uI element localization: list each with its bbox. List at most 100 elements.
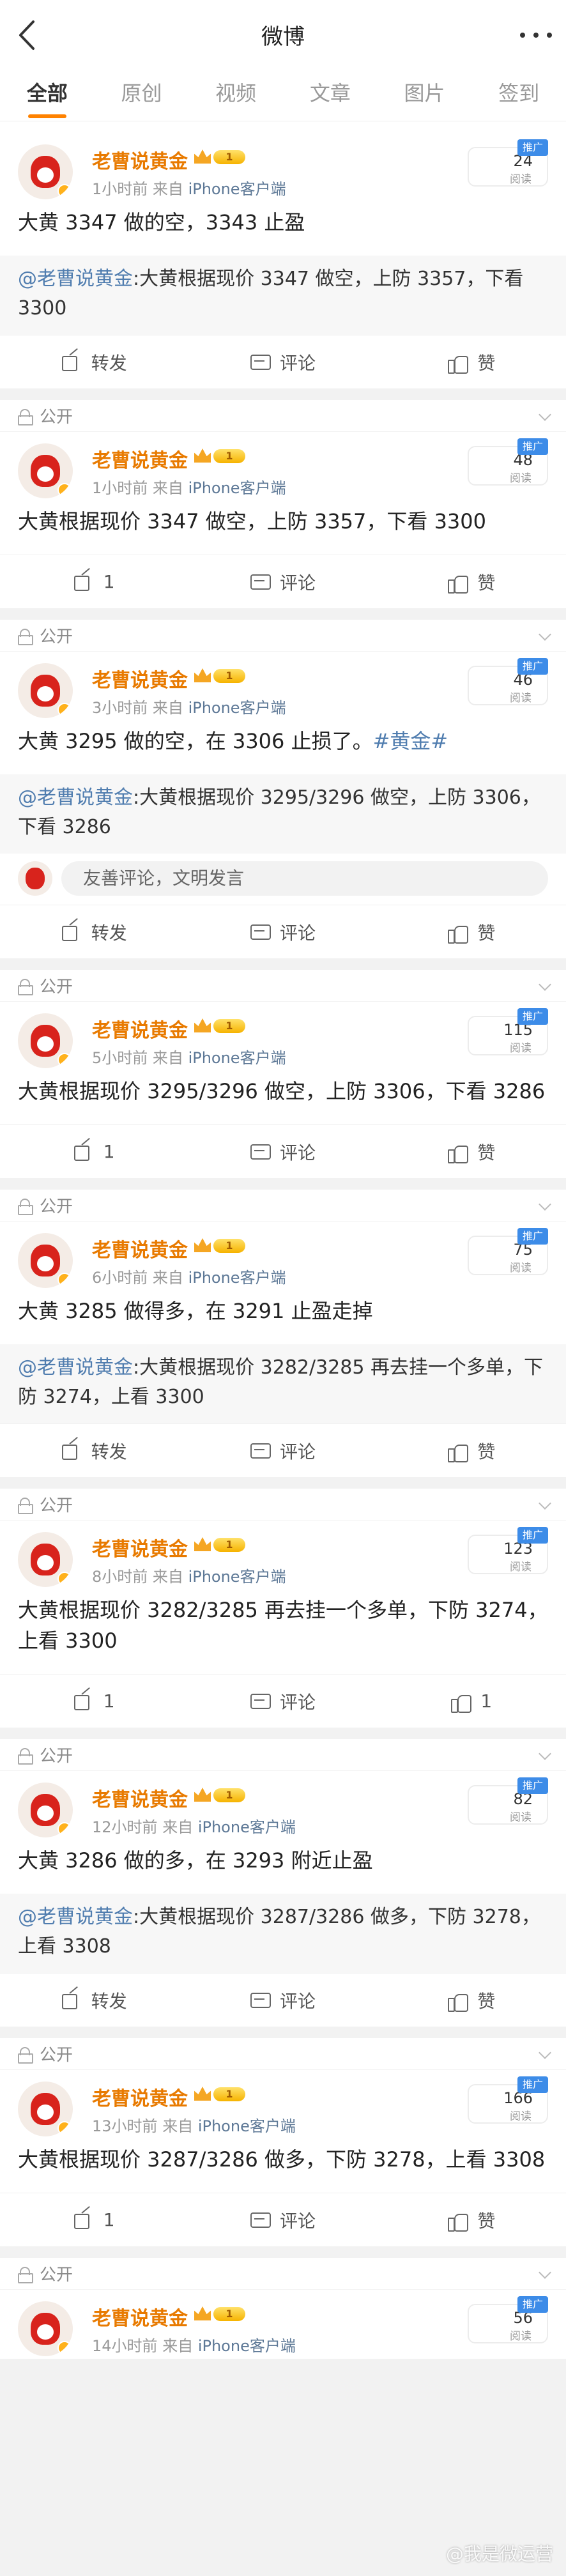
tab-image[interactable]: 图片: [378, 73, 472, 121]
more-options-icon[interactable]: [520, 26, 552, 45]
like-button[interactable]: 赞: [378, 1424, 566, 1477]
promote-badge[interactable]: 推广: [517, 139, 548, 156]
quoted-author[interactable]: @老曹说黄金: [18, 786, 133, 809]
comment-button-label: 评论: [279, 572, 316, 594]
chevron-down-icon[interactable]: [539, 1497, 551, 1510]
username[interactable]: 老曹说黄金: [92, 2303, 188, 2331]
chevron-down-icon[interactable]: [539, 408, 551, 421]
avatar[interactable]: [18, 2082, 73, 2136]
crown-icon: [194, 1537, 211, 1551]
quoted-post[interactable]: @老曹说黄金:大黄根据现价 3347 做空，上防 3357，下看 3300: [0, 256, 566, 335]
share-button[interactable]: 转发: [0, 905, 188, 958]
comment-button[interactable]: 评论: [188, 1125, 377, 1178]
source-link[interactable]: iPhone客户端: [198, 2117, 296, 2135]
username[interactable]: 老曹说黄金: [92, 146, 188, 174]
action-bar: 转发 评论 赞: [0, 905, 566, 958]
username[interactable]: 老曹说黄金: [92, 664, 188, 693]
like-button[interactable]: 1: [378, 1675, 566, 1728]
avatar[interactable]: [18, 2301, 73, 2356]
username[interactable]: 老曹说黄金: [92, 1015, 188, 1043]
share-button[interactable]: 1: [0, 1675, 188, 1728]
share-button[interactable]: 1: [0, 2193, 188, 2246]
avatar[interactable]: [18, 1782, 73, 1837]
avatar[interactable]: [18, 663, 73, 718]
like-button[interactable]: 赞: [378, 905, 566, 958]
source-link[interactable]: iPhone客户端: [188, 180, 286, 198]
promote-badge[interactable]: 推广: [517, 658, 548, 675]
crown-icon: [194, 668, 211, 682]
avatar[interactable]: [18, 144, 73, 199]
username[interactable]: 老曹说黄金: [92, 2083, 188, 2111]
post-time: 1小时前: [92, 180, 148, 198]
quoted-post[interactable]: @老曹说黄金:大黄根据现价 3295/3296 做空，上防 3306，下看 32…: [0, 774, 566, 854]
comment-button[interactable]: 评论: [188, 555, 377, 608]
quoted-author[interactable]: @老曹说黄金: [18, 268, 133, 290]
source-link[interactable]: iPhone客户端: [188, 479, 286, 497]
username[interactable]: 老曹说黄金: [92, 445, 188, 473]
post-text-body: 大黄根据现价 3347 做空，上防 3357，下看 3300: [18, 509, 487, 533]
chevron-down-icon[interactable]: [539, 2266, 551, 2279]
quoted-post[interactable]: @老曹说黄金:大黄根据现价 3282/3285 再去挂一个多单，下防 3274，…: [0, 1344, 566, 1423]
like-button[interactable]: 赞: [378, 555, 566, 608]
chevron-down-icon[interactable]: [539, 2046, 551, 2059]
promote-badge[interactable]: 推广: [517, 2296, 548, 2313]
like-button[interactable]: 赞: [378, 2193, 566, 2246]
like-button[interactable]: 赞: [378, 1125, 566, 1178]
promote-badge[interactable]: 推广: [517, 2076, 548, 2093]
comment-button[interactable]: 评论: [188, 1974, 377, 2027]
share-button[interactable]: 转发: [0, 335, 188, 388]
source-link[interactable]: iPhone客户端: [188, 1568, 286, 1586]
comment-button[interactable]: 评论: [188, 1424, 377, 1477]
username[interactable]: 老曹说黄金: [92, 1784, 188, 1812]
tab-original[interactable]: 原创: [95, 73, 189, 121]
comment-button-label: 评论: [279, 1142, 316, 1163]
level-badge: 1: [213, 2307, 245, 2321]
like-button-label: 赞: [477, 352, 496, 374]
chevron-down-icon[interactable]: [539, 1198, 551, 1211]
avatar[interactable]: [18, 443, 73, 498]
source-link[interactable]: iPhone客户端: [188, 1269, 286, 1287]
share-button[interactable]: 转发: [0, 1974, 188, 2027]
quoted-post[interactable]: @老曹说黄金:大黄根据现价 3287/3286 做多，下防 3278，上看 33…: [0, 1894, 566, 1973]
avatar[interactable]: [18, 1013, 73, 1068]
comment-button[interactable]: 评论: [188, 1675, 377, 1728]
share-button[interactable]: 1: [0, 1125, 188, 1178]
thumbs-up-icon: [448, 1991, 469, 2012]
hashtag-link[interactable]: #黄金#: [373, 729, 448, 753]
username[interactable]: 老曹说黄金: [92, 1234, 188, 1262]
promote-badge[interactable]: 推广: [517, 1228, 548, 1245]
avatar[interactable]: [18, 1233, 73, 1288]
share-icon: [61, 1442, 81, 1460]
thumbs-up-icon: [448, 1442, 469, 1462]
chevron-down-icon[interactable]: [539, 978, 551, 991]
tab-video[interactable]: 视频: [188, 73, 283, 121]
tab-all[interactable]: 全部: [0, 73, 95, 121]
comment-button[interactable]: 评论: [188, 335, 377, 388]
chevron-down-icon[interactable]: [539, 628, 551, 641]
verified-badge-icon: [57, 1572, 72, 1586]
share-button[interactable]: 1: [0, 555, 188, 608]
tab-article[interactable]: 文章: [283, 73, 378, 121]
promote-badge[interactable]: 推广: [517, 438, 548, 455]
comment-icon: [250, 1143, 271, 1161]
source-link[interactable]: iPhone客户端: [198, 1818, 296, 1836]
avatar[interactable]: [18, 1532, 73, 1587]
tab-checkin[interactable]: 签到: [471, 73, 566, 121]
source-link[interactable]: iPhone客户端: [188, 1049, 286, 1067]
username[interactable]: 老曹说黄金: [92, 1533, 188, 1561]
comment-button[interactable]: 评论: [188, 2193, 377, 2246]
quoted-author[interactable]: @老曹说黄金: [18, 1356, 133, 1379]
post-header: 老曹说黄金 1 8小时前 来自 iPhone客户端 123 阅读 推广: [0, 1521, 566, 1590]
promote-badge[interactable]: 推广: [517, 1527, 548, 1544]
quoted-author[interactable]: @老曹说黄金: [18, 1906, 133, 1928]
promote-badge[interactable]: 推广: [517, 1777, 548, 1794]
source-link[interactable]: iPhone客户端: [198, 2337, 296, 2355]
comment-button[interactable]: 评论: [188, 905, 377, 958]
source-link[interactable]: iPhone客户端: [188, 699, 286, 717]
like-button[interactable]: 赞: [378, 335, 566, 388]
like-button[interactable]: 赞: [378, 1974, 566, 2027]
chevron-down-icon[interactable]: [539, 1747, 551, 1760]
promote-badge[interactable]: 推广: [517, 1008, 548, 1025]
share-button[interactable]: 转发: [0, 1424, 188, 1477]
comment-input[interactable]: 友善评论，文明发言: [61, 861, 548, 896]
